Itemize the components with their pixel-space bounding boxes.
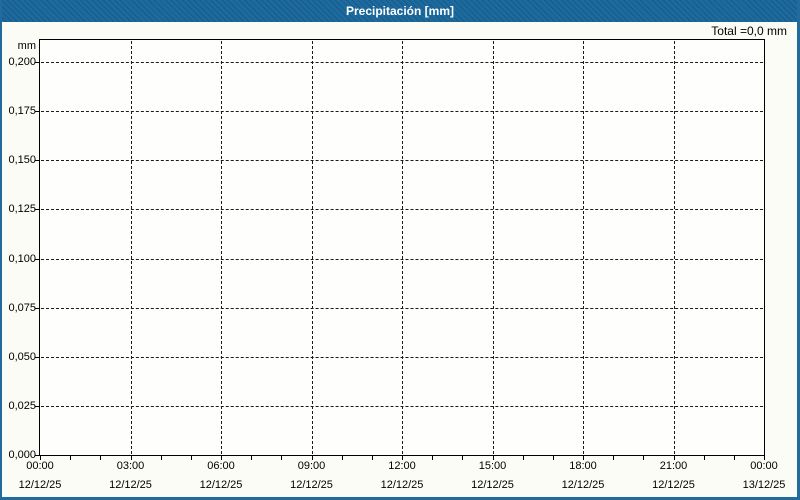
x-axis-tick <box>100 456 102 460</box>
x-axis-tick <box>251 456 253 460</box>
x-axis-tick <box>583 456 584 460</box>
x-gridline <box>221 41 222 454</box>
x-axis-tick <box>462 456 464 460</box>
x-tick-time-label: 03:00 <box>116 460 145 472</box>
window-border-left <box>0 0 2 500</box>
x-tick-date-label: 12/12/25 <box>18 479 62 491</box>
x-axis-tick <box>552 456 554 460</box>
y-tick-label: 0,050 <box>8 350 36 363</box>
x-axis-tick <box>643 456 645 460</box>
x-tick-date-label: 12/12/25 <box>109 479 152 491</box>
x-gridline <box>492 41 494 454</box>
x-tick-time-label: 12:00 <box>388 460 416 472</box>
x-axis-tick <box>221 456 222 460</box>
chart-title-bar: Precipitación [mm] <box>0 0 800 22</box>
x-axis-tick <box>70 456 72 460</box>
x-gridline <box>402 41 403 454</box>
y-tick-label: 0,175 <box>8 105 36 118</box>
x-tick-time-label: 00:00 <box>26 460 54 472</box>
x-axis-tick <box>522 456 524 460</box>
x-tick-time-label: 18:00 <box>569 460 597 472</box>
x-axis-tick <box>371 456 373 460</box>
chart-window: Precipitación [mm] Total =0,0 mm mm 0,20… <box>0 0 800 500</box>
x-tick-date-label: 13/12/25 <box>742 479 786 491</box>
x-tick-date-label: 12/12/25 <box>471 479 514 491</box>
x-axis-tick <box>190 456 192 460</box>
x-axis-tick <box>764 456 765 460</box>
x-tick-date-label: 12/12/25 <box>290 479 333 491</box>
x-tick-time-label: 00:00 <box>750 460 778 472</box>
x-axis-tick <box>492 456 494 460</box>
x-axis-tick <box>130 456 132 460</box>
y-tick-label: 0,125 <box>8 203 36 216</box>
x-axis-tick <box>341 456 343 460</box>
x-axis-tick <box>733 456 735 460</box>
x-tick-time-label: 09:00 <box>297 460 326 472</box>
x-gridline <box>311 41 313 454</box>
x-axis-tick <box>311 456 313 460</box>
y-tick-label: 0,200 <box>8 56 36 68</box>
total-annotation: Total =0,0 mm <box>711 24 787 38</box>
x-axis-tick <box>402 456 403 460</box>
x-tick-time-label: 06:00 <box>207 460 235 472</box>
x-gridline <box>673 41 675 454</box>
x-axis-tick <box>281 456 283 460</box>
x-axis-tick <box>673 456 675 460</box>
x-tick-date-label: 12/12/25 <box>199 479 243 491</box>
x-tick-time-label: 21:00 <box>659 460 688 472</box>
chart-title: Precipitación [mm] <box>345 4 455 18</box>
x-axis-tick <box>703 456 705 460</box>
x-axis-tick <box>432 456 434 460</box>
x-tick-date-label: 12/12/25 <box>652 479 695 491</box>
x-gridline <box>583 41 584 454</box>
x-axis-tick <box>40 456 41 460</box>
x-tick-date-label: 12/12/25 <box>561 479 605 491</box>
x-axis-tick <box>160 456 162 460</box>
y-axis-unit-label: mm <box>17 40 36 52</box>
x-gridline <box>130 41 132 454</box>
x-tick-time-label: 15:00 <box>478 460 507 472</box>
y-tick-label: 0,025 <box>8 399 36 412</box>
x-tick-date-label: 12/12/25 <box>380 479 424 491</box>
x-axis-tick <box>613 456 615 460</box>
y-tick-label: 0,075 <box>8 301 36 314</box>
y-tick-label: 0,150 <box>8 154 36 167</box>
y-tick-label: 0,100 <box>8 252 36 265</box>
